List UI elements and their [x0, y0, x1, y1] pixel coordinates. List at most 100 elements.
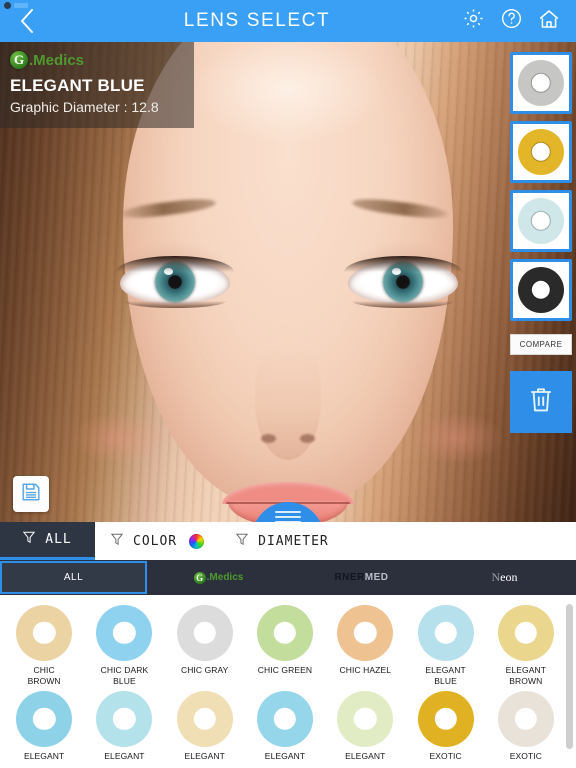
- delete-button[interactable]: [510, 371, 572, 433]
- gmedics-mark-icon: G: [193, 571, 206, 584]
- lens-catalog[interactable]: CHIC BROWN CHIC DARK BLUE CHIC GRAY CHIC GREE…: [0, 595, 576, 768]
- rail-thumbnail-1[interactable]: [510, 121, 572, 183]
- lens-swatch-icon: [337, 605, 394, 661]
- gear-icon: [462, 7, 485, 35]
- lens-pupil: [514, 621, 538, 645]
- lens-pupil: [32, 707, 56, 731]
- lens-grid-item[interactable]: CHIC DARK BLUE: [84, 601, 164, 687]
- lens-grid-item[interactable]: ELEGANT: [165, 687, 245, 762]
- brand-tab-bar: ALL G .Medics RNERMED Neon: [0, 560, 576, 595]
- lens-pupil: [514, 707, 538, 731]
- lens-pupil: [434, 621, 457, 645]
- question-circle-icon: [500, 7, 523, 35]
- status-indicator-chip: [14, 3, 28, 8]
- lens-grid-item[interactable]: CHIC GREEN: [245, 601, 325, 687]
- brand-name: .Medics: [29, 51, 85, 69]
- lens-item-label: ELEGANT: [264, 751, 306, 761]
- lens-swatch-icon: [497, 605, 554, 661]
- cheek-left: [72, 412, 164, 464]
- home-button[interactable]: [536, 8, 562, 34]
- rail-thumbnail-2[interactable]: [510, 190, 572, 252]
- brand-tab-rnermed[interactable]: RNERMED: [290, 560, 433, 595]
- settings-button[interactable]: [460, 8, 486, 34]
- eye-right[interactable]: [340, 240, 466, 310]
- photo-preview-stage[interactable]: G .Medics ELEGANT BLUE Graphic Diameter …: [0, 42, 576, 522]
- lens-swatch-icon: [337, 691, 394, 747]
- lens-thumbnail-rail: COMPARE: [506, 42, 576, 522]
- filter-chip-all[interactable]: ALL: [0, 522, 95, 560]
- save-button[interactable]: [13, 476, 49, 512]
- eye-left[interactable]: [112, 240, 238, 310]
- lens-item-label: CHIC GREEN: [257, 665, 313, 675]
- filter-label: ALL: [45, 532, 72, 547]
- funnel-icon: [235, 533, 249, 550]
- lens-pupil: [113, 707, 136, 731]
- lens-pupil: [193, 707, 216, 731]
- rail-thumbnail-3[interactable]: [510, 259, 572, 321]
- help-button[interactable]: [498, 8, 524, 34]
- lens-grid-item[interactable]: ELEGANT: [84, 687, 164, 762]
- page-title: LENS SELECT: [183, 10, 331, 31]
- brand-tab-label: RNERMED: [334, 572, 389, 583]
- lens-item-label: CHIC HAZEL: [339, 665, 392, 675]
- brand-tab-neon[interactable]: Neon: [433, 560, 576, 595]
- lens-item-label: EXOTIC: [509, 751, 542, 761]
- lens-grid-item[interactable]: ELEGANT BLUE: [405, 601, 485, 687]
- lens-grid: CHIC BROWN CHIC DARK BLUE CHIC GRAY CHIC GREE…: [0, 595, 576, 762]
- eyelash-bottom: [124, 301, 226, 308]
- lens-swatch-icon: [497, 691, 554, 747]
- brand-tab-medics[interactable]: G .Medics: [147, 560, 290, 595]
- lens-grid-item[interactable]: CHIC BROWN: [4, 601, 84, 687]
- brand-tab-all[interactable]: ALL: [0, 561, 147, 594]
- lens-swatch-icon: [176, 691, 233, 747]
- lens-grid-scrollbar-thumb[interactable]: [566, 604, 573, 749]
- lens-pupil: [434, 707, 457, 731]
- filter-label: DIAMETER: [258, 533, 329, 549]
- lens-pupil: [273, 707, 297, 731]
- lens-swatch-icon: [96, 605, 153, 661]
- lens-grid-item[interactable]: ELEGANT: [245, 687, 325, 762]
- lens-grid-item[interactable]: CHIC GRAY: [165, 601, 245, 687]
- floppy-save-icon: [20, 481, 42, 508]
- lens-item-label: ELEGANT: [23, 751, 65, 761]
- lens-item-label: ELEGANT BROWN: [505, 665, 547, 686]
- lens-grid-item[interactable]: ELEGANT BROWN: [486, 601, 566, 687]
- eyelash-bottom: [352, 301, 454, 308]
- lens-grid-item[interactable]: ELEGANT: [325, 687, 405, 762]
- top-bar-actions: [460, 8, 576, 34]
- lens-grid-item[interactable]: EXOTIC: [405, 687, 485, 762]
- compare-button[interactable]: COMPARE: [510, 334, 572, 355]
- filter-chip-color[interactable]: COLOR: [95, 522, 220, 560]
- lens-swatch-icon: [417, 691, 474, 747]
- home-icon: [537, 7, 561, 36]
- status-indicator-dot: [4, 2, 11, 9]
- lens-item-label: ELEGANT: [184, 751, 225, 761]
- lens-pupil: [193, 621, 216, 645]
- lens-pupil: [273, 621, 297, 645]
- lens-item-label: ELEGANT: [104, 751, 145, 761]
- lens-swatch-icon: [16, 691, 73, 747]
- lens-swatch-icon: [96, 691, 153, 747]
- brand-tab-label: ALL: [63, 572, 84, 583]
- lens-item-label: ELEGANT: [345, 751, 386, 761]
- lens-grid-item[interactable]: CHIC HAZEL: [325, 601, 405, 687]
- lens-item-label: CHIC DARK BLUE: [100, 665, 149, 686]
- lens-pupil: [354, 707, 377, 731]
- lens-thumb-gray-icon: [518, 60, 564, 106]
- selected-lens-diameter: Graphic Diameter : 12.8: [10, 99, 159, 115]
- brand-tab-label: .Medics: [206, 572, 244, 583]
- top-app-bar: LENS SELECT: [0, 0, 576, 42]
- lens-item-label: EXOTIC: [429, 751, 462, 761]
- selected-lens-name: ELEGANT BLUE: [10, 76, 145, 95]
- filter-chip-diameter[interactable]: DIAMETER: [220, 522, 345, 560]
- lens-swatch-icon: [16, 605, 73, 661]
- lens-pupil: [32, 621, 56, 645]
- rail-thumbnail-0[interactable]: [510, 52, 572, 114]
- chevron-left-icon: [19, 8, 35, 34]
- lens-thumb-black-icon: [518, 267, 564, 313]
- lens-grid-item[interactable]: EXOTIC: [486, 687, 566, 762]
- lens-grid-item[interactable]: ELEGANT: [4, 687, 84, 762]
- rail-thumbnail-list: [510, 52, 572, 321]
- lens-item-label: ELEGANT BLUE: [425, 665, 466, 686]
- filter-label: COLOR: [133, 533, 178, 549]
